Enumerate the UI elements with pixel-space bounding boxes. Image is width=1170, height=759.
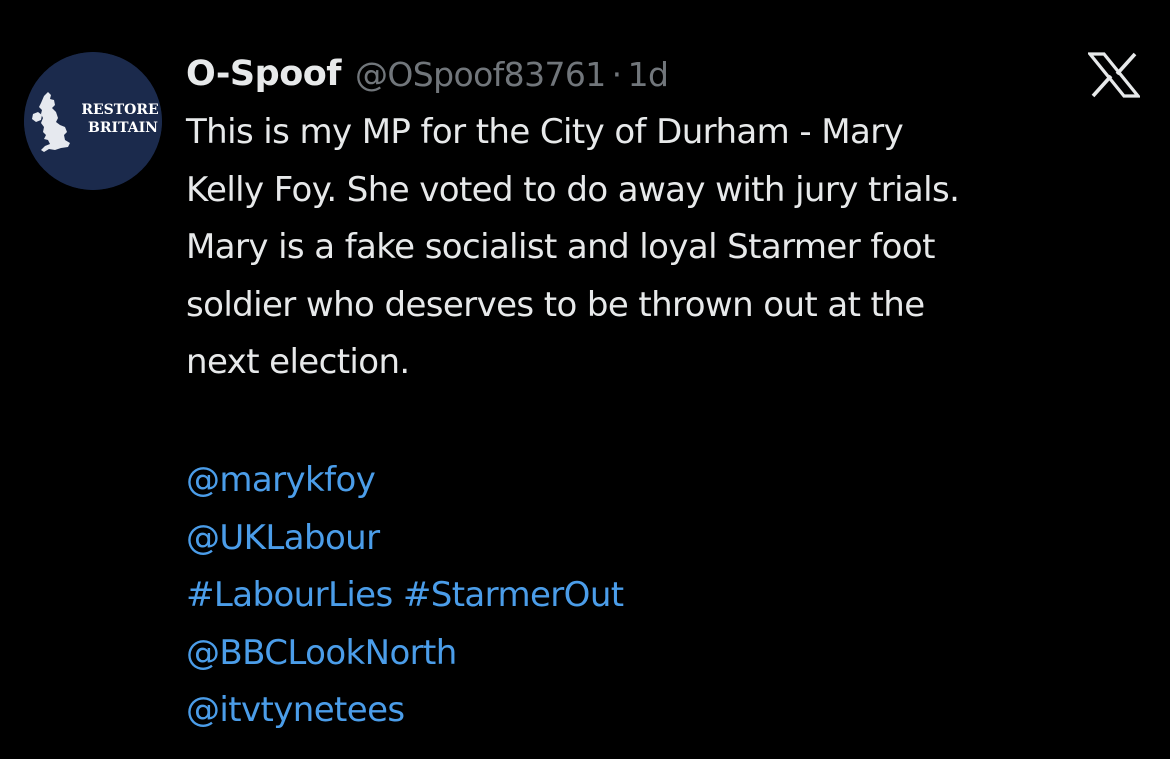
body-line: Mary is a fake socialist and loyal Starm…	[186, 227, 935, 267]
mention-link-marykfoy[interactable]: @marykfoy	[186, 460, 376, 500]
tweet-body: This is my MP for the City of Durham - M…	[186, 104, 1146, 392]
restore-britain-logo: RESTORE BRITAIN	[24, 52, 162, 190]
hashtag-link-starmerout[interactable]: #StarmerOut	[403, 575, 624, 615]
tweet: RESTORE BRITAIN O-Spoof @OSpoof83761 · 1…	[0, 0, 1170, 759]
mention-link-bbclooknorth[interactable]: @BBCLookNorth	[186, 633, 457, 673]
body-line: next election.	[186, 342, 410, 382]
hashtag-link-labourlies[interactable]: #LabourLies	[186, 575, 393, 615]
body-line: soldier who deserves to be thrown out at…	[186, 284, 925, 325]
separator-dot: ·	[611, 54, 622, 94]
display-name[interactable]: O-Spoof	[186, 54, 342, 94]
avatar[interactable]: RESTORE BRITAIN	[24, 52, 162, 190]
avatar-text-line1: RESTORE	[81, 102, 158, 118]
body-line: This is my MP for the City of Durham - M…	[186, 112, 904, 152]
avatar-text-line2: BRITAIN	[88, 120, 158, 136]
mention-link-itvtynetees[interactable]: @itvtynetees	[186, 690, 405, 730]
mention-link-uklabour[interactable]: @UKLabour	[186, 518, 380, 558]
timestamp[interactable]: 1d	[628, 55, 669, 94]
x-logo-icon[interactable]	[1086, 52, 1142, 98]
user-handle[interactable]: @OSpoof83761	[355, 55, 606, 94]
body-line: Kelly Foy. She voted to do away with jur…	[186, 169, 960, 210]
tweet-mentions: @marykfoy @UKLabour #LabourLies #Starmer…	[186, 452, 1146, 740]
tweet-header: O-Spoof @OSpoof83761 · 1d	[186, 46, 669, 102]
